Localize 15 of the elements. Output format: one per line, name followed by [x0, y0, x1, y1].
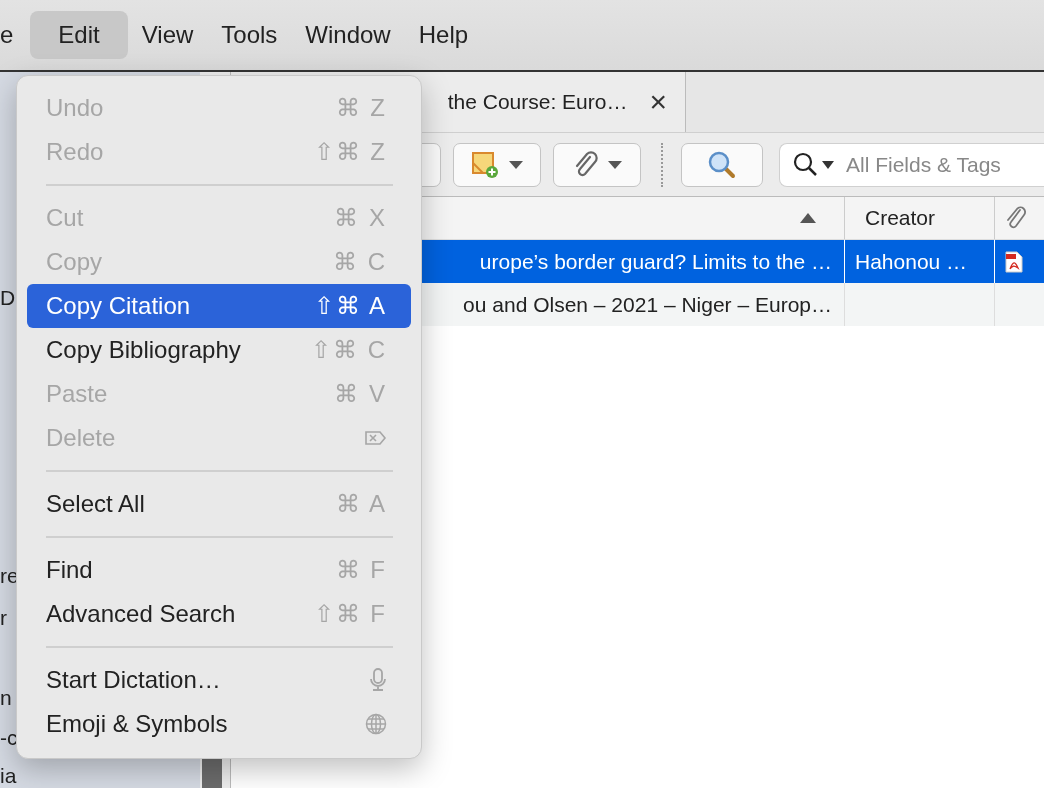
shortcut-text: ⌘ V [334, 380, 387, 408]
shortcut-text: ⌘ A [335, 490, 387, 518]
shortcut-text: ⇧⌘ C [311, 336, 387, 364]
title-cell: urope’s border guard? Limits to the … [479, 249, 832, 274]
shortcut-text: ⌘ Z [335, 94, 387, 122]
tab-title: the Course: Euro… [447, 90, 628, 114]
title-cell: ou and Olsen – 2021 – Niger – Europ… [463, 292, 832, 317]
creator-cell: Hahonou … [855, 249, 968, 274]
shortcut-text: ⇧⌘ F [313, 600, 387, 628]
shortcut-text: ⇧⌘ Z [313, 138, 387, 166]
shortcut-text: ⌘ C [333, 248, 387, 276]
shortcut-text: ⌘ F [335, 556, 387, 584]
shortcut-text: ⇧⌘ A [313, 292, 387, 320]
column-title: Creator [865, 206, 936, 230]
shortcut-text: ⌘ X [334, 204, 387, 232]
